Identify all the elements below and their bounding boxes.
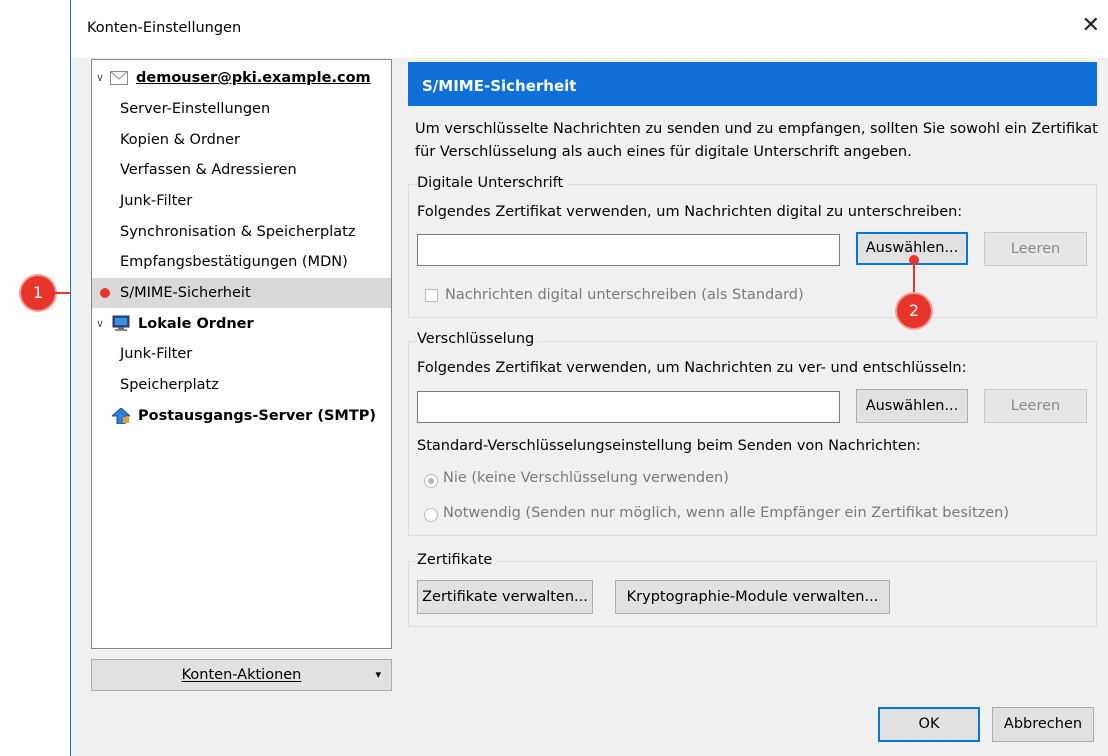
tree-item-server-settings[interactable]: Server-Einstellungen bbox=[92, 94, 391, 124]
certificates-group-title: Zertifikate bbox=[417, 552, 497, 568]
tree-account-smtp[interactable]: Postausgangs-Server (SMTP) bbox=[92, 401, 391, 431]
tree-item-label: Empfangsbestätigungen (MDN) bbox=[120, 254, 348, 270]
encryption-certificate-field[interactable] bbox=[417, 391, 840, 423]
settings-window: Konten-Einstellungen ✕ ∨ demouser@pki.ex… bbox=[70, 0, 1108, 756]
button-label: Abbrechen bbox=[1003, 716, 1083, 732]
tree-item-label: Server-Einstellungen bbox=[120, 101, 271, 117]
tree-account-label: demouser@pki.example.com bbox=[136, 70, 371, 86]
chevron-down-icon[interactable]: ∨ bbox=[96, 309, 104, 339]
signing-group-title: Digitale Unterschrift bbox=[417, 175, 568, 191]
tree-account-label: Lokale Ordner bbox=[138, 316, 254, 332]
tree-item-local-junk-filter[interactable]: Junk-Filter bbox=[92, 339, 391, 369]
tree-item-label: S/MIME-Sicherheit bbox=[120, 285, 251, 301]
encryption-required-label: Notwendig (Senden nur möglich, wenn alle… bbox=[443, 505, 1010, 521]
tree-account-local-folders[interactable]: ∨ Lokale Ordner bbox=[92, 309, 391, 339]
encryption-clear-button[interactable]: Leeren bbox=[984, 389, 1087, 423]
sign-by-default-checkbox[interactable] bbox=[425, 289, 438, 302]
manage-crypto-modules-button[interactable]: Kryptographie-Module verwalten... bbox=[615, 580, 890, 614]
close-icon[interactable]: ✕ bbox=[1082, 15, 1100, 37]
manage-certificates-button[interactable]: Zertifikate verwalten... bbox=[417, 580, 593, 614]
tree-item-label: Junk-Filter bbox=[120, 193, 193, 209]
tree-account-demouser[interactable]: ∨ demouser@pki.example.com bbox=[92, 63, 391, 93]
button-label: Auswählen... bbox=[865, 240, 959, 256]
tree-item-label: Junk-Filter bbox=[120, 346, 193, 362]
signing-certificate-field[interactable] bbox=[417, 234, 840, 266]
tree-account-label: Postausgangs-Server (SMTP) bbox=[138, 408, 376, 424]
encryption-group-title: Verschlüsselung bbox=[417, 331, 539, 347]
ok-button[interactable]: OK bbox=[878, 707, 980, 742]
encryption-select-button[interactable]: Auswählen... bbox=[856, 389, 968, 423]
tree-item-label: Kopien & Ordner bbox=[120, 132, 240, 148]
button-label: Zertifikate verwalten... bbox=[422, 589, 588, 605]
tree-item-sync-storage[interactable]: Synchronisation & Speicherplatz bbox=[92, 217, 391, 247]
button-label: Leeren bbox=[1010, 398, 1061, 414]
chevron-down-icon[interactable]: ∨ bbox=[96, 63, 104, 93]
encryption-required-radio[interactable] bbox=[424, 508, 438, 522]
button-label: OK bbox=[918, 716, 940, 732]
signing-clear-button[interactable]: Leeren bbox=[984, 232, 1087, 266]
panel-title: S/MIME-Sicherheit bbox=[408, 62, 1097, 106]
tree-item-smime-security[interactable]: S/MIME-Sicherheit bbox=[92, 278, 391, 308]
title-bar: Konten-Einstellungen ✕ bbox=[71, 0, 1108, 58]
tree-item-copies-folders[interactable]: Kopien & Ordner bbox=[92, 125, 391, 155]
signing-description: Folgendes Zertifikat verwenden, um Nachr… bbox=[417, 204, 963, 220]
encryption-description: Folgendes Zertifikat verwenden, um Nachr… bbox=[417, 360, 967, 376]
tree-item-label: Synchronisation & Speicherplatz bbox=[120, 224, 356, 240]
tree-item-local-storage[interactable]: Speicherplatz bbox=[92, 370, 391, 400]
callout-2: 2 bbox=[897, 294, 931, 328]
encryption-default-label: Standard-Verschlüsselungseinstellung bei… bbox=[417, 438, 921, 454]
account-actions-label: Konten-Aktionen bbox=[181, 667, 302, 683]
account-tree[interactable]: ∨ demouser@pki.example.com Server-Einste… bbox=[91, 59, 392, 649]
intro-text: Um verschlüsselte Nachrichten zu senden … bbox=[415, 121, 1098, 160]
tree-item-receipts[interactable]: Empfangsbestätigungen (MDN) bbox=[92, 247, 391, 277]
callout-2-line bbox=[913, 262, 915, 294]
encryption-never-radio[interactable] bbox=[424, 474, 438, 488]
tree-item-label: Verfassen & Adressieren bbox=[120, 162, 297, 178]
cancel-button[interactable]: Abbrechen bbox=[992, 707, 1094, 742]
dropdown-arrow-icon: ▾ bbox=[375, 668, 381, 681]
callout-1-dot bbox=[100, 288, 110, 298]
tree-item-label: Speicherplatz bbox=[120, 377, 219, 393]
computer-icon bbox=[112, 315, 130, 331]
callout-1: 1 bbox=[21, 276, 55, 310]
button-label: Auswählen... bbox=[865, 398, 959, 414]
sign-by-default-label: Nachrichten digital unterschreiben (als … bbox=[445, 287, 804, 303]
account-actions-button[interactable]: Konten-Aktionen ▾ bbox=[91, 659, 392, 691]
window-title: Konten-Einstellungen bbox=[87, 20, 242, 36]
encryption-never-label: Nie (keine Verschlüsselung verwenden) bbox=[443, 470, 729, 486]
button-label: Leeren bbox=[1010, 241, 1061, 257]
button-label: Kryptographie-Module verwalten... bbox=[626, 589, 879, 605]
tree-item-junk-filter[interactable]: Junk-Filter bbox=[92, 186, 391, 216]
tree-item-composition[interactable]: Verfassen & Adressieren bbox=[92, 155, 391, 185]
mail-account-icon bbox=[110, 71, 128, 85]
outgoing-server-icon bbox=[112, 408, 130, 424]
